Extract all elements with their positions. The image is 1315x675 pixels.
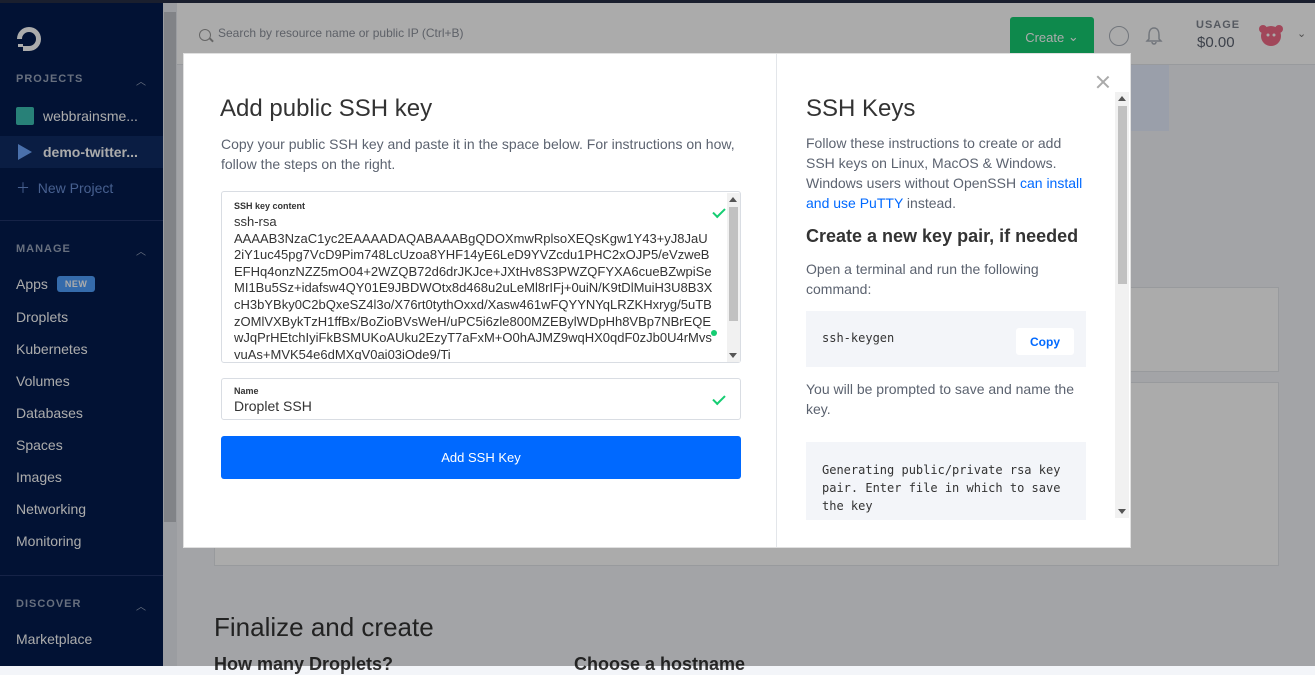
code-block: Generating public/private rsa key pair. … (806, 442, 1086, 520)
modal-title: Add public SSH key (220, 95, 433, 122)
copy-button[interactable]: Copy (1016, 328, 1074, 355)
top-edge-bar (0, 0, 1315, 3)
modal-form-panel: Add public SSH key Copy your public SSH … (184, 54, 777, 547)
scroll-up-icon[interactable] (1118, 96, 1126, 101)
scroll-down-icon[interactable] (729, 353, 737, 358)
check-icon (712, 391, 726, 406)
instructions-title: SSH Keys (806, 95, 916, 122)
add-ssh-key-button[interactable]: Add SSH Key (221, 436, 741, 479)
modal-description: Copy your public SSH key and paste it in… (221, 136, 735, 172)
code-block: ssh-keygen Copy (806, 311, 1086, 367)
add-ssh-key-modal: Add public SSH key Copy your public SSH … (183, 53, 1131, 548)
ssh-key-value: ssh-rsa AAAAB3NzaC1yc2EAAAADAQABAAABgQDO… (234, 214, 713, 360)
scrollbar-thumb[interactable] (729, 207, 738, 321)
instructions-intro: Follow these instructions to create or a… (806, 133, 1091, 213)
code-output: Generating public/private rsa key pair. … (822, 463, 1061, 513)
status-dot-icon (711, 330, 717, 336)
check-icon (712, 204, 726, 219)
textarea-scrollbar[interactable] (727, 193, 740, 362)
name-field[interactable]: Name Droplet SSH (221, 378, 741, 420)
scroll-up-icon[interactable] (729, 197, 737, 202)
close-icon[interactable] (1095, 74, 1111, 90)
instructions-scrollbar[interactable] (1115, 92, 1129, 518)
ssh-key-textarea[interactable]: SSH key content ssh-rsa AAAAB3NzaC1yc2EA… (221, 191, 741, 363)
scroll-down-icon[interactable] (1118, 509, 1126, 514)
code-ssh-keygen: ssh-keygen (822, 331, 895, 345)
step-save-key: You will be prompted to save and name th… (806, 381, 1074, 417)
intro-text-end: instead. (903, 195, 956, 211)
instructions-panel: SSH Keys Follow these instructions to cr… (777, 54, 1130, 547)
name-label: Name (234, 386, 259, 396)
step-open-terminal: Open a terminal and run the following co… (806, 261, 1039, 297)
ssh-key-label: SSH key content (234, 201, 306, 211)
scrollbar-thumb[interactable] (1118, 106, 1127, 284)
name-value[interactable]: Droplet SSH (234, 398, 312, 414)
create-key-pair-heading: Create a new key pair, if needed (806, 226, 1079, 246)
ssh-key-content[interactable]: ssh-rsa AAAAB3NzaC1yc2EAAAADAQABAAABgQDO… (234, 214, 714, 360)
